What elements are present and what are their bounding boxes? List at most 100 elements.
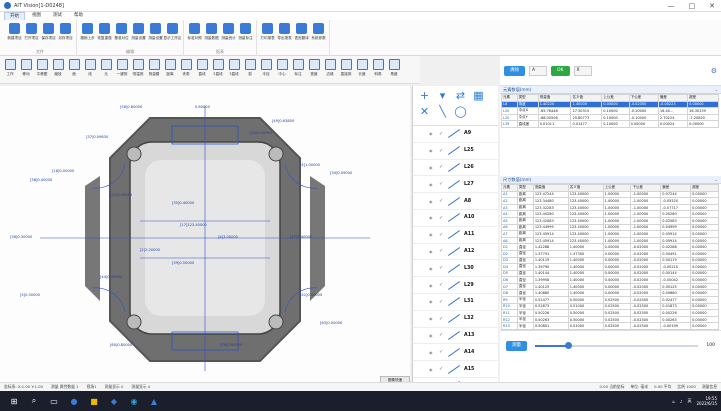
table-row[interactable]: A4 距离 123.40280 123.40000 1.00000 -1.00000 0.0…: [501, 210, 719, 218]
image-viewport[interactable]: [56]0.80000 0.80000 [37]0.09830 [33]0.50000…: [0, 86, 410, 382]
tool-button[interactable]: 元: [98, 56, 114, 84]
table-row[interactable]: D8 直径 1.40880 1.40000 0.00000 -0.02000 0.00880…: [501, 289, 719, 298]
table-row[interactable]: D7 直径 1.40125 1.40000 0.00000 -0.02000 0.00125…: [501, 282, 719, 291]
dimension-label[interactable]: 0.80000: [195, 105, 211, 109]
table-row[interactable]: L39 直线度 0.01011 0.01477 0.10000 0.00000 0.0002…: [501, 120, 719, 128]
start-icon[interactable]: ⊞: [4, 391, 24, 411]
table-row[interactable]: R11 半径 0.50226 0.50000 0.02500 -0.02500 0.0022…: [501, 309, 719, 317]
dimension-label[interactable]: [36]0.30000: [10, 235, 33, 239]
right-value[interactable]: X: [573, 65, 592, 76]
eye-icon[interactable]: ◉: [429, 299, 439, 304]
dimension-label[interactable]: [38]0.40000: [30, 178, 53, 182]
dimension-label[interactable]: [63]0.00000: [320, 321, 343, 325]
dimension-label[interactable]: [59]0.80000: [220, 343, 243, 347]
chevron-down-icon[interactable]: ⌄: [714, 86, 718, 93]
dimension-label[interactable]: [60]0.80000: [110, 343, 133, 347]
tool-button[interactable]: 平移图: [34, 56, 50, 84]
table-row[interactable]: R13 半径 0.50801 0.51000 0.02500 -0.02500 -0.001…: [501, 322, 719, 331]
tool-button[interactable]: 弧: [242, 56, 258, 84]
ok-button[interactable]: OK: [551, 65, 570, 76]
tool-button[interactable]: 宽度: [306, 56, 322, 84]
table-row[interactable]: A3 距离 123.32283 123.40000 1.00000 -1.00000 -0.…: [501, 203, 719, 212]
tool-button[interactable]: 移动: [18, 56, 34, 84]
eye-icon[interactable]: ◉: [429, 266, 439, 271]
dimension-label[interactable]: [18]0.00000: [52, 169, 75, 173]
shape-item[interactable]: ◉ ✓ A9: [413, 126, 498, 143]
taskview-icon[interactable]: ▭: [44, 391, 64, 411]
check-icon[interactable]: ✓: [439, 164, 447, 170]
part-image[interactable]: [56]0.80000 0.80000 [37]0.09830 [33]0.50000…: [0, 86, 410, 382]
eye-icon[interactable]: ◉: [429, 333, 439, 338]
tool-button[interactable]: 夹角: [178, 56, 194, 84]
dimension-label[interactable]: [49]0.63800: [272, 119, 295, 123]
shape-item[interactable]: ◉ ✓ A14: [413, 344, 498, 362]
tool-button[interactable]: 面: [66, 56, 82, 84]
tool-button[interactable]: 标注: [290, 56, 306, 84]
dimension-label[interactable]: [35]0.40000: [172, 201, 195, 205]
undo-button[interactable]: 撤销上步: [79, 20, 96, 48]
network-icon[interactable]: ⌂: [672, 399, 675, 404]
eye-icon[interactable]: ◉: [429, 165, 439, 170]
redo-button[interactable]: 恢复重做: [96, 20, 113, 48]
vision-app-icon[interactable]: ▲: [144, 391, 164, 411]
tool-button[interactable]: 直接测: [338, 56, 354, 84]
table-row[interactable]: D4 直径 1.39790 1.40000 0.00000 -0.02000 -0.0021…: [501, 263, 719, 271]
dimension-label[interactable]: [44]0.49000: [100, 275, 123, 279]
open-project-button[interactable]: 打开项目: [23, 20, 40, 48]
table-row[interactable]: L20 中点Y -88.00508 25.80773 0.10000 -0.10000 2.…: [501, 113, 719, 122]
tool-button[interactable]: 线: [82, 56, 98, 84]
clear-button[interactable]: 清除: [504, 65, 525, 76]
gear-icon[interactable]: ⚙: [711, 67, 717, 75]
export-button[interactable]: 导出报表: [276, 20, 293, 48]
shape-item[interactable]: ◉ ✓ A11: [413, 227, 498, 244]
saveas-project-button[interactable]: 另存项目: [57, 20, 74, 48]
volume-icon[interactable]: ♪: [680, 399, 683, 404]
annotation-button[interactable]: 测量标注: [237, 20, 254, 48]
table-row[interactable]: A5 距离 123.42083 123.40000 1.00000 -1.00000 0.0…: [501, 216, 719, 225]
chevron-down-icon[interactable]: ⌄: [714, 176, 718, 183]
table-row[interactable]: A2 距离 123.34480 123.40000 1.00000 -1.00000 -0.…: [501, 197, 719, 205]
tool-button[interactable]: 3直线: [226, 56, 242, 84]
check-icon[interactable]: ✓: [439, 198, 447, 204]
table-row[interactable]: A7 距离 123.45914 123.40000 1.00000 -1.00000 0.0…: [501, 230, 719, 238]
shape-item[interactable]: ◉ ✓ L31: [413, 294, 498, 311]
shape-item[interactable]: ◉ ✓ L26: [413, 160, 498, 177]
tool-button[interactable]: 测量模: [146, 56, 162, 84]
tool-button[interactable]: 半径: [258, 56, 274, 84]
check-icon[interactable]: ✓: [439, 181, 447, 187]
statistics-button[interactable]: 测量统计: [220, 20, 237, 48]
left-value[interactable]: A: [529, 65, 547, 76]
dimension-label[interactable]: [34]0.09000: [330, 171, 353, 175]
minimize-button[interactable]: —: [668, 2, 675, 10]
menu-start[interactable]: 开始: [4, 12, 25, 20]
shape-item[interactable]: ◉ ✓ L32: [413, 311, 498, 328]
tool-button[interactable]: 角度: [386, 56, 402, 84]
check-icon[interactable]: ✓: [439, 282, 447, 288]
tool-button[interactable]: 长度: [354, 56, 370, 84]
tool-button[interactable]: 斜角: [370, 56, 386, 84]
eye-icon[interactable]: ◉: [429, 316, 439, 321]
dimension-label[interactable]: [37]0.09830: [86, 135, 109, 139]
clock[interactable]: 19:55 2022/6/15: [696, 396, 717, 406]
table-row[interactable]: D2 直径 1.37791 1.37300 0.00000 -0.02000 0.00491…: [501, 249, 719, 258]
dimension-label[interactable]: [41]0.00000: [300, 293, 323, 297]
dimension-label[interactable]: [4]3.00000: [218, 235, 239, 239]
eye-icon[interactable]: ◉: [429, 367, 439, 372]
add-icon[interactable]: +: [417, 89, 432, 102]
table-row[interactable]: A6 距离 123.44999 123.40000 1.00000 -1.00000 0.0…: [501, 223, 719, 232]
table-row[interactable]: D6 直径 1.39958 1.40000 0.00000 -0.02000 -0.0004…: [501, 276, 719, 284]
tool-button[interactable]: 缩放: [50, 56, 66, 84]
table-row[interactable]: R12 半径 0.50263 0.50000 0.02500 -0.02500 0.0026…: [501, 315, 719, 324]
check-icon[interactable]: ✓: [439, 148, 447, 154]
measure-button[interactable]: 测量: [506, 340, 527, 351]
line-icon[interactable]: ╲: [435, 105, 450, 118]
chat-icon[interactable]: ◉: [124, 391, 144, 411]
eye-icon[interactable]: ◉: [429, 148, 439, 153]
tool-button[interactable]: 一键测: [114, 56, 130, 84]
dimension-label[interactable]: [39]0.50000: [172, 261, 195, 265]
tool-button[interactable]: 直线: [194, 56, 210, 84]
tool-button[interactable]: 中心: [274, 56, 290, 84]
shape-item[interactable]: ◉ ✓ L25: [413, 143, 498, 160]
eye-icon[interactable]: ◉: [429, 215, 439, 220]
shape-item[interactable]: ◉ ✓ L29: [413, 277, 498, 294]
